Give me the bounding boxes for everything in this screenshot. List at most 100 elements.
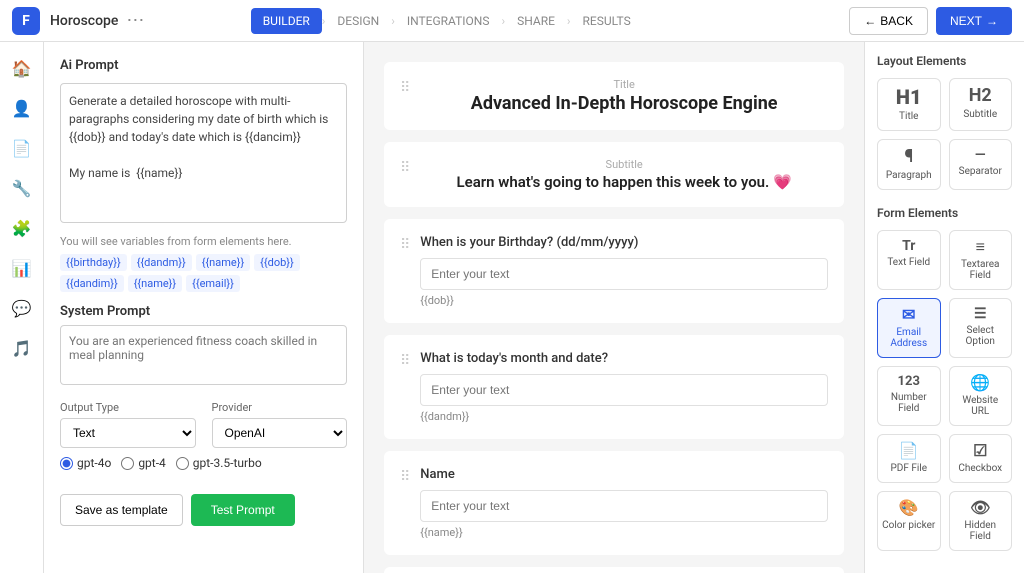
- model-gpt35[interactable]: gpt-3.5-turbo: [176, 456, 262, 470]
- website-icon: 🌐: [970, 375, 990, 391]
- element-number[interactable]: 123 Number Field: [877, 366, 941, 426]
- layout-elements-grid: H1 Title H2 Subtitle ¶ Paragraph — Separ…: [877, 78, 1012, 190]
- logo: F: [12, 7, 40, 35]
- output-type-group: Output Type Text: [60, 401, 196, 448]
- provider-group: Provider OpenAI: [212, 401, 348, 448]
- element-separator-label: Separator: [959, 166, 1002, 177]
- element-select-label: Select Option: [954, 325, 1008, 347]
- var-dandm[interactable]: {{dandm}}: [131, 254, 192, 271]
- sidebar-icon-tool[interactable]: 🔧: [6, 172, 38, 204]
- test-prompt-button[interactable]: Test Prompt: [191, 494, 295, 526]
- var-birthday[interactable]: {{birthday}}: [60, 254, 127, 271]
- birthday-question: When is your Birthday? (dd/mm/yyyy): [420, 235, 828, 250]
- right-panel: Layout Elements H1 Title H2 Subtitle ¶ P…: [864, 42, 1024, 573]
- system-prompt-textarea[interactable]: [60, 325, 347, 385]
- provider-select[interactable]: OpenAI: [212, 418, 348, 448]
- element-website-label: Website URL: [954, 395, 1008, 417]
- email-icon: ✉: [902, 307, 915, 323]
- var-name[interactable]: {{name}}: [196, 254, 250, 271]
- element-textarea[interactable]: ≡ Textarea Field: [949, 230, 1013, 290]
- h2-icon: H2: [969, 87, 992, 105]
- sidebar-icon-chat[interactable]: 💬: [6, 292, 38, 324]
- model-radio-group: gpt-4o gpt-4 gpt-3.5-turbo: [60, 456, 347, 470]
- color-picker-icon: 🎨: [899, 500, 919, 516]
- separator-icon: —: [975, 148, 986, 162]
- next-button[interactable]: NEXT →: [936, 7, 1012, 35]
- step-integrations[interactable]: INTEGRATIONS: [395, 8, 502, 34]
- var-name2[interactable]: {{name}}: [128, 275, 182, 292]
- birthday-field-block: ⠿ When is your Birthday? (dd/mm/yyyy) {{…: [384, 219, 844, 323]
- bottom-buttons: Save as template Test Prompt: [60, 482, 347, 526]
- text-field-icon: Tr: [902, 239, 915, 253]
- canvas: ⠿ Title Advanced In-Depth Horoscope Engi…: [364, 42, 864, 573]
- top-nav: F Horoscope ⋯ BUILDER › DESIGN › INTEGRA…: [0, 0, 1024, 42]
- date-input[interactable]: [420, 374, 828, 406]
- date-block-content: What is today's month and date? {{dandm}…: [420, 351, 828, 423]
- ai-panel: Ai Prompt Generate a detailed horoscope …: [44, 42, 364, 573]
- variables-list: {{birthday}} {{dandm}} {{name}} {{dob}} …: [60, 254, 347, 292]
- step-share[interactable]: SHARE: [505, 8, 567, 34]
- var-email[interactable]: {{email}}: [186, 275, 240, 292]
- element-text-field-label: Text Field: [887, 257, 930, 268]
- sidebar-icon-doc[interactable]: 📄: [6, 132, 38, 164]
- element-pdf-label: PDF File: [890, 463, 927, 474]
- element-subtitle[interactable]: H2 Subtitle: [949, 78, 1013, 131]
- provider-label: Provider: [212, 401, 348, 414]
- drag-handle-subtitle[interactable]: ⠿: [400, 158, 410, 176]
- ai-panel-title: Ai Prompt: [60, 58, 347, 73]
- element-email[interactable]: ✉ Email Address: [877, 298, 941, 358]
- email-field-block: ⠿ Email Address {{email}}: [384, 567, 844, 573]
- birthday-input[interactable]: [420, 258, 828, 290]
- ai-prompt-textarea[interactable]: Generate a detailed horoscope with multi…: [60, 83, 347, 223]
- element-textarea-label: Textarea Field: [954, 259, 1008, 281]
- var-dandim[interactable]: {{dandim}}: [60, 275, 124, 292]
- element-number-label: Number Field: [882, 392, 936, 414]
- date-question: What is today's month and date?: [420, 351, 828, 366]
- title-meta: Title: [420, 78, 828, 91]
- element-checkbox[interactable]: ☑ Checkbox: [949, 434, 1013, 483]
- element-text-field[interactable]: Tr Text Field: [877, 230, 941, 290]
- var-dob[interactable]: {{dob}}: [254, 254, 300, 271]
- back-button[interactable]: ← BACK: [849, 7, 928, 35]
- element-select[interactable]: ☰ Select Option: [949, 298, 1013, 358]
- output-type-select[interactable]: Text: [60, 418, 196, 448]
- element-website[interactable]: 🌐 Website URL: [949, 366, 1013, 426]
- sidebar-icon-home[interactable]: 🏠: [6, 52, 38, 84]
- element-email-label: Email Address: [882, 327, 936, 349]
- element-paragraph[interactable]: ¶ Paragraph: [877, 139, 941, 190]
- nav-right-buttons: ← BACK NEXT →: [849, 7, 1012, 35]
- subtitle-block-content: Subtitle Learn what's going to happen th…: [420, 158, 828, 191]
- element-title[interactable]: H1 Title: [877, 78, 941, 131]
- pdf-icon: 📄: [899, 443, 919, 459]
- hidden-field-icon: 👁: [970, 500, 990, 516]
- step-builder[interactable]: BUILDER: [251, 8, 322, 34]
- variables-label: You will see variables from form element…: [60, 235, 347, 248]
- drag-handle-birthday[interactable]: ⠿: [400, 235, 410, 253]
- model-gpt4o[interactable]: gpt-4o: [60, 456, 111, 470]
- sidebar-icon-puzzle[interactable]: 🧩: [6, 212, 38, 244]
- sidebar-icon-user[interactable]: 👤: [6, 92, 38, 124]
- drag-handle-title[interactable]: ⠿: [400, 78, 410, 96]
- element-hidden[interactable]: 👁 Hidden Field: [949, 491, 1013, 551]
- model-gpt4[interactable]: gpt-4: [121, 456, 165, 470]
- paragraph-icon: ¶: [904, 148, 913, 166]
- element-checkbox-label: Checkbox: [958, 463, 1002, 474]
- sidebar-icon-music[interactable]: 🎵: [6, 332, 38, 364]
- element-separator[interactable]: — Separator: [949, 139, 1013, 190]
- date-var: {{dandm}}: [420, 410, 828, 423]
- select-icon: ☰: [974, 307, 987, 321]
- name-input[interactable]: [420, 490, 828, 522]
- output-provider-row: Output Type Text Provider OpenAI: [60, 401, 347, 448]
- element-title-label: Title: [899, 111, 918, 122]
- drag-handle-date[interactable]: ⠿: [400, 351, 410, 369]
- step-design[interactable]: DESIGN: [325, 8, 391, 34]
- date-field-block: ⠿ What is today's month and date? {{dand…: [384, 335, 844, 439]
- step-results[interactable]: RESULTS: [571, 8, 643, 34]
- nav-menu-icon[interactable]: ⋯: [126, 10, 144, 31]
- name-question: Name: [420, 467, 828, 482]
- save-template-button[interactable]: Save as template: [60, 494, 183, 526]
- element-color[interactable]: 🎨 Color picker: [877, 491, 941, 551]
- drag-handle-name[interactable]: ⠿: [400, 467, 410, 485]
- element-pdf[interactable]: 📄 PDF File: [877, 434, 941, 483]
- sidebar-icon-chart[interactable]: 📊: [6, 252, 38, 284]
